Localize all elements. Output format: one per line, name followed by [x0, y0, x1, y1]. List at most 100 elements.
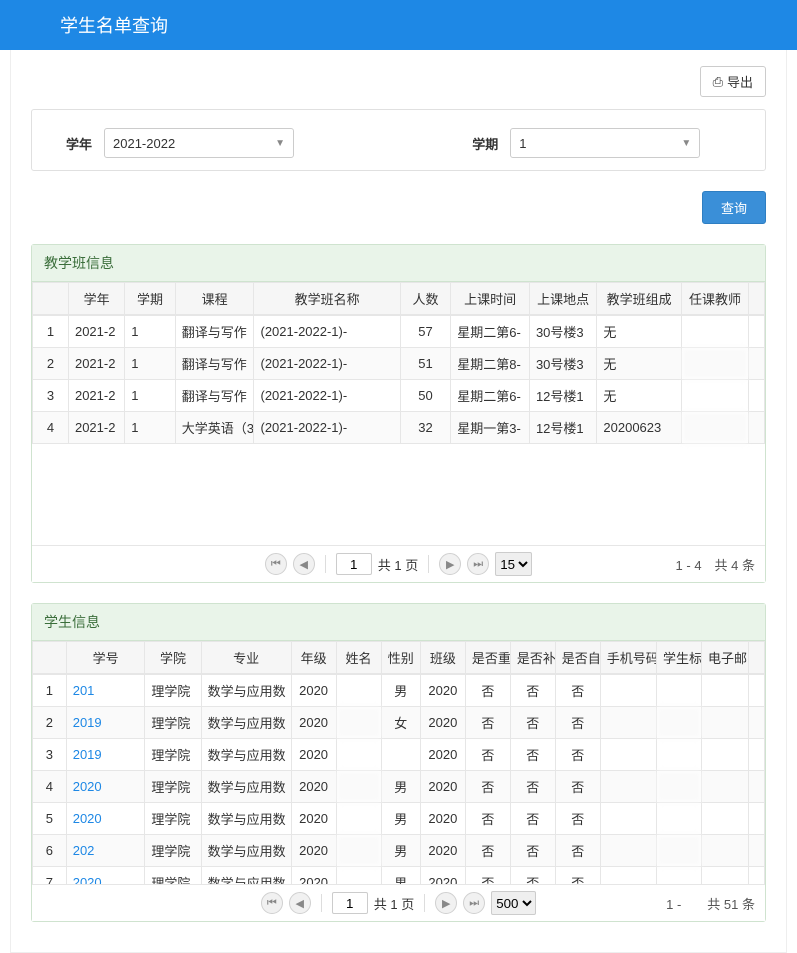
- column-header[interactable]: 性别: [381, 642, 420, 674]
- column-header[interactable]: [749, 283, 765, 315]
- student-id-link[interactable]: 2020: [66, 867, 145, 885]
- table-row[interactable]: 22021-21翻译与写作(2021-2022-1)-51星期二第8-30号楼3…: [33, 348, 765, 380]
- prev-page-button[interactable]: ◀: [289, 892, 311, 914]
- cell: 2020: [291, 707, 336, 739]
- column-header[interactable]: 学号: [66, 642, 145, 674]
- column-header[interactable]: 学年: [68, 283, 124, 315]
- cell: 2020: [291, 771, 336, 803]
- student-table: 学号学院专业年级姓名性别班级是否重是否补是否自手机号码学生标电子邮: [32, 641, 765, 674]
- column-header[interactable]: 上课时间: [451, 283, 530, 315]
- export-icon: ⎙: [713, 74, 723, 90]
- table-row[interactable]: 42021-21大学英语（3(2021-2022-1)-32星期一第3-12号楼…: [33, 412, 765, 444]
- cell: 2: [33, 707, 67, 739]
- student-id-link[interactable]: 2019: [66, 739, 145, 771]
- term-value: 1: [519, 136, 526, 151]
- column-header[interactable]: 年级: [291, 642, 336, 674]
- column-header[interactable]: 姓名: [336, 642, 381, 674]
- table-row[interactable]: 42020理学院数学与应用数2020 男2020否否否: [33, 771, 765, 803]
- page-input[interactable]: [332, 892, 368, 914]
- column-header[interactable]: 教学班名称: [254, 283, 400, 315]
- column-header[interactable]: 电子邮: [701, 642, 748, 674]
- table-row[interactable]: 6202理学院数学与应用数2020 男2020否否否: [33, 835, 765, 867]
- student-panel-title: 学生信息: [32, 604, 765, 641]
- class-table: 学年学期课程教学班名称人数上课时间上课地点教学班组成任课教师: [32, 282, 765, 315]
- page-size-select[interactable]: 500: [491, 891, 536, 915]
- cell: [600, 771, 656, 803]
- cell: 数学与应用数: [201, 835, 291, 867]
- cell: 星期二第8-: [451, 348, 530, 380]
- column-header[interactable]: 学期: [125, 283, 176, 315]
- cell: 数学与应用数: [201, 867, 291, 885]
- student-id-link[interactable]: 201: [66, 675, 145, 707]
- table-row[interactable]: 72020理学院数学与应用数2020 男2020否否否: [33, 867, 765, 885]
- column-header[interactable]: [749, 642, 765, 674]
- last-page-button[interactable]: ⏭: [463, 892, 485, 914]
- cell: 2020: [420, 835, 465, 867]
- cell: 女: [381, 707, 420, 739]
- export-button[interactable]: ⎙ 导出: [700, 66, 766, 97]
- student-id-link[interactable]: 2020: [66, 771, 145, 803]
- column-header[interactable]: 是否重: [465, 642, 510, 674]
- cell: 星期一第3-: [451, 412, 530, 444]
- cell: 20200623: [597, 412, 681, 444]
- cell: 否: [555, 739, 600, 771]
- column-header[interactable]: 是否补: [510, 642, 555, 674]
- cell: 1: [125, 380, 176, 412]
- column-header[interactable]: 班级: [420, 642, 465, 674]
- table-row[interactable]: 52020理学院数学与应用数2020 男2020否否否: [33, 803, 765, 835]
- cell: [681, 316, 748, 348]
- column-header[interactable]: 专业: [201, 642, 291, 674]
- cell: [600, 867, 656, 885]
- cell: [336, 771, 381, 803]
- column-header[interactable]: 人数: [400, 283, 451, 315]
- student-id-link[interactable]: 2019: [66, 707, 145, 739]
- cell: [749, 771, 765, 803]
- cell: [749, 412, 765, 444]
- next-page-button[interactable]: ▶: [439, 553, 461, 575]
- cell: 否: [510, 803, 555, 835]
- column-header[interactable]: 是否自: [555, 642, 600, 674]
- table-row[interactable]: 1201理学院数学与应用数2020 男2020否否否: [33, 675, 765, 707]
- first-page-button[interactable]: ⏮: [265, 553, 287, 575]
- cell: 否: [465, 835, 510, 867]
- column-header[interactable]: 上课地点: [529, 283, 596, 315]
- column-header[interactable]: 学院: [145, 642, 201, 674]
- cell: 2020: [291, 675, 336, 707]
- first-page-button[interactable]: ⏮: [261, 892, 283, 914]
- cell: [701, 771, 748, 803]
- last-page-button[interactable]: ⏭: [467, 553, 489, 575]
- table-row[interactable]: 32021-21翻译与写作(2021-2022-1)-50星期二第6-12号楼1…: [33, 380, 765, 412]
- cell: 5: [33, 803, 67, 835]
- cell: 7: [33, 867, 67, 885]
- cell: 30号楼3: [529, 316, 596, 348]
- year-select[interactable]: 2021-2022 ▼: [104, 128, 294, 158]
- column-header[interactable]: 学生标: [656, 642, 701, 674]
- cell: [656, 675, 701, 707]
- cell: 1: [33, 675, 67, 707]
- chevron-down-icon: ▼: [275, 138, 285, 149]
- prev-page-button[interactable]: ◀: [293, 553, 315, 575]
- query-button[interactable]: 查询: [702, 191, 766, 224]
- column-header[interactable]: 手机号码: [600, 642, 656, 674]
- table-row[interactable]: 32019理学院数学与应用数2020 2020否否否: [33, 739, 765, 771]
- page-size-select[interactable]: 15: [495, 552, 532, 576]
- column-header[interactable]: 任课教师: [681, 283, 748, 315]
- class-panel-title: 教学班信息: [32, 245, 765, 282]
- column-header[interactable]: 课程: [175, 283, 254, 315]
- page-input[interactable]: [336, 553, 372, 575]
- column-header[interactable]: [33, 283, 69, 315]
- cell: [336, 739, 381, 771]
- cell: 32: [400, 412, 451, 444]
- cell: 2: [33, 348, 69, 380]
- cell: 2021-2: [68, 348, 124, 380]
- student-id-link[interactable]: 2020: [66, 803, 145, 835]
- table-row[interactable]: 22019理学院数学与应用数2020 女2020否否否: [33, 707, 765, 739]
- next-page-button[interactable]: ▶: [435, 892, 457, 914]
- cell: 2020: [291, 867, 336, 885]
- column-header[interactable]: 教学班组成: [597, 283, 681, 315]
- student-id-link[interactable]: 202: [66, 835, 145, 867]
- table-row[interactable]: 12021-21翻译与写作(2021-2022-1)-57星期二第6-30号楼3…: [33, 316, 765, 348]
- column-header[interactable]: [33, 642, 67, 674]
- cell: [656, 771, 701, 803]
- term-select[interactable]: 1 ▼: [510, 128, 700, 158]
